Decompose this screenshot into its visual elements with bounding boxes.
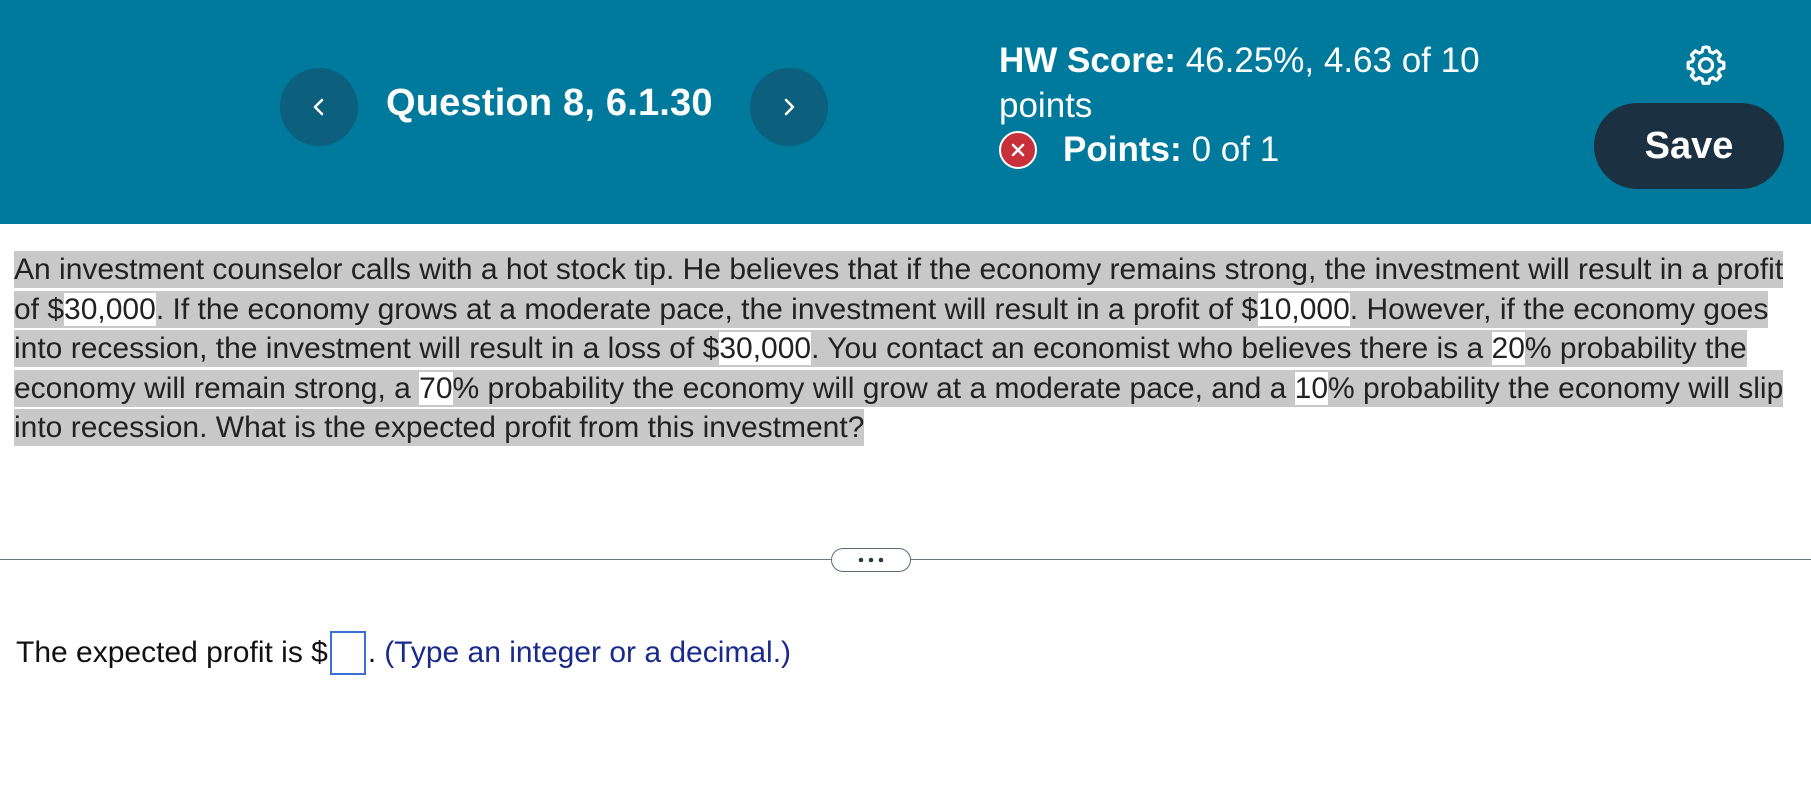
expand-more-button[interactable] [831,548,911,572]
problem-value-recession-loss: 30,000 [719,332,812,365]
next-question-button[interactable] [750,68,828,146]
answer-hint: (Type an integer or a decimal.) [384,636,792,669]
hw-score: HW Score: 46.25%, 4.63 of 10 points [999,38,1519,128]
problem-value-strong-probability: 20 [1491,332,1525,365]
problem-text-segment: . You contact an economist who believes … [811,332,1492,365]
ellipsis-icon [858,557,884,563]
previous-question-button[interactable] [280,68,358,146]
expected-profit-input[interactable] [329,631,366,675]
problem-text-segment: . If the economy grows at a moderate pac… [155,292,1259,326]
problem-statement: An investment counselor calls with a hot… [14,250,1799,448]
gear-icon[interactable] [1683,42,1729,88]
answer-row: The expected profit is $ . (Type an inte… [16,631,791,675]
chevron-right-icon [784,98,795,116]
question-title: Question 8, 6.1.30 [386,82,713,124]
points-label: Points: [1063,130,1182,169]
save-button[interactable]: Save [1594,103,1784,189]
answer-prefix: The expected profit is $ [16,636,328,669]
problem-text: An investment counselor calls with a hot… [14,251,1784,446]
points-status: Points: 0 of 1 [999,130,1279,170]
hw-score-label: HW Score: [999,41,1176,80]
answer-suffix: . [367,636,377,669]
problem-value-moderate-probability: 70 [419,371,453,405]
problem-value-moderate-profit: 10,000 [1258,292,1350,326]
problem-text-segment: % probability the economy will grow at a… [452,371,1295,405]
chevron-left-icon [313,98,324,116]
problem-value-recession-probability: 10 [1294,371,1329,405]
problem-value-strong-profit: 30,000 [64,292,156,326]
hw-score-value: 46.25%, 4.63 of 10 [1185,41,1480,80]
hw-score-value-cont: points [999,86,1093,125]
x-circle-icon [999,131,1037,169]
question-header: Question 8, 6.1.30 HW Score: 46.25%, 4.6… [0,0,1811,224]
points-value: 0 of 1 [1191,130,1280,169]
